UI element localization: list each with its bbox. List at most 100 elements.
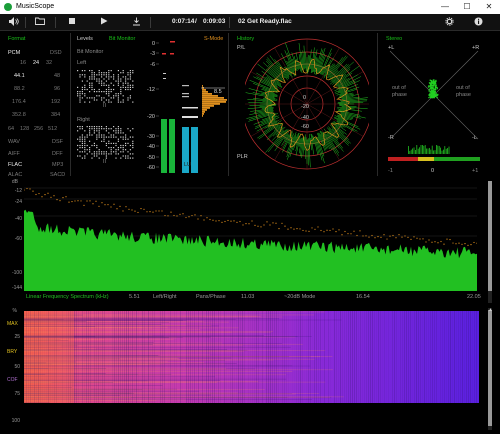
bit-dot bbox=[91, 76, 93, 78]
bit-dot bbox=[79, 136, 81, 138]
bit-dot bbox=[110, 76, 112, 78]
bit-dot bbox=[110, 136, 112, 138]
mode-left-right[interactable]: Left/Right bbox=[153, 294, 177, 300]
settings-icon[interactable] bbox=[443, 17, 455, 28]
spectrum-peak-dot bbox=[308, 230, 310, 232]
spectrum-peak-dot bbox=[56, 199, 58, 201]
bit-dot bbox=[91, 86, 93, 88]
play-icon[interactable] bbox=[98, 17, 110, 28]
bit-dot bbox=[122, 132, 124, 134]
bit-dot bbox=[79, 151, 81, 153]
scope-dot bbox=[430, 95, 433, 98]
bit-dot bbox=[91, 134, 93, 136]
spectrum-x-label: Linear Frequency Spectrum (kHz) bbox=[26, 294, 109, 300]
spectrum-peak-dot bbox=[371, 234, 373, 237]
bit-dot bbox=[84, 149, 86, 151]
maximize-button[interactable]: ☐ bbox=[456, 0, 478, 14]
bit-dot bbox=[127, 151, 129, 153]
max-label: MAX bbox=[7, 321, 18, 327]
sonogram-scrollbar[interactable]: ▲ bbox=[488, 307, 493, 430]
bit-dot bbox=[79, 128, 81, 130]
time-divider: / bbox=[195, 18, 197, 25]
bit-depth-16: 16 bbox=[20, 60, 27, 66]
sonogram-column bbox=[414, 311, 415, 403]
spectrum-peak-dot bbox=[38, 192, 40, 195]
spectrum-scrollbar[interactable] bbox=[488, 181, 492, 303]
scroll-up-arrow[interactable]: ▲ bbox=[488, 307, 493, 313]
mode-pans-phase[interactable]: Pans/Phase bbox=[196, 294, 226, 300]
sonogram-scroll-thumb[interactable] bbox=[488, 310, 492, 426]
sonogram-column bbox=[462, 311, 463, 403]
sonogram-column bbox=[254, 311, 255, 403]
spectrum-peak-dot bbox=[176, 215, 178, 217]
info-icon[interactable] bbox=[472, 17, 484, 28]
sonogram-column bbox=[388, 311, 389, 403]
bit-dot bbox=[117, 80, 119, 82]
sonogram-column bbox=[354, 311, 355, 403]
sonogram-column bbox=[188, 311, 189, 403]
bit-dot bbox=[125, 76, 127, 78]
sonogram-column bbox=[106, 311, 107, 403]
spectrum-peak-dot bbox=[185, 216, 187, 219]
bit-dot bbox=[79, 144, 81, 147]
bit-dot bbox=[98, 95, 100, 97]
bit-dot bbox=[108, 74, 110, 76]
sonogram-column bbox=[258, 311, 259, 403]
meter-tick-label: -12 bbox=[147, 87, 155, 93]
toolbar-separator bbox=[229, 17, 230, 28]
bit-dot bbox=[77, 155, 79, 157]
bit-dot bbox=[81, 126, 83, 128]
corr-history-bar bbox=[445, 148, 447, 154]
title-bar: MusicScope — ☐ ✕ bbox=[0, 0, 500, 14]
bit-dot bbox=[125, 136, 127, 138]
bit-dot bbox=[132, 70, 134, 72]
mode-20db[interactable]: ~20dB Mode bbox=[284, 294, 315, 300]
bit-dot bbox=[108, 95, 110, 97]
correlation-meter bbox=[388, 145, 480, 161]
sonogram-column bbox=[280, 311, 281, 403]
lufs-marker bbox=[182, 96, 189, 98]
corr-history-bar bbox=[423, 145, 425, 154]
spectrum-peak-dot bbox=[407, 236, 409, 238]
bit-dot bbox=[86, 144, 88, 147]
spectrum-y-label: -24 bbox=[14, 199, 22, 205]
bit-dot bbox=[105, 88, 107, 91]
sonogram-column bbox=[80, 311, 81, 403]
scope-dot bbox=[428, 86, 430, 88]
volume-icon[interactable] bbox=[8, 17, 20, 28]
bit-dot bbox=[93, 78, 95, 80]
spectrum-peak-dot bbox=[200, 215, 202, 217]
stereo-title: Stereo bbox=[386, 36, 403, 42]
sonogram-column bbox=[244, 311, 245, 403]
corr-history-bar bbox=[441, 150, 443, 154]
bit-dot bbox=[127, 86, 129, 88]
spectrum-peak-dot bbox=[74, 200, 76, 202]
bit-dot bbox=[101, 97, 103, 99]
bit-dot bbox=[120, 157, 122, 159]
bit-dot bbox=[77, 138, 79, 140]
spectrum-scroll-thumb[interactable] bbox=[488, 181, 492, 291]
sonogram-column bbox=[446, 311, 447, 403]
sonogram-column bbox=[104, 311, 105, 403]
bit-dot bbox=[122, 84, 124, 86]
spectrum-peak-dot bbox=[320, 229, 322, 232]
spectrum-peak-dot bbox=[338, 229, 340, 231]
radar-spoke bbox=[306, 103, 364, 137]
bit-dot bbox=[84, 70, 86, 72]
folder-icon[interactable] bbox=[34, 17, 46, 28]
close-button[interactable]: ✕ bbox=[478, 0, 500, 14]
bit-dot bbox=[125, 138, 127, 140]
ring-label-60: -60 bbox=[301, 124, 309, 130]
sonogram-column bbox=[346, 311, 347, 403]
bit-dot bbox=[96, 126, 98, 128]
spectrum-peak-dot bbox=[71, 200, 73, 203]
spectrum-y-label: -100 bbox=[11, 270, 22, 276]
sonogram-column bbox=[268, 311, 269, 403]
lufs-bar-right bbox=[191, 127, 198, 173]
stop-icon[interactable] bbox=[66, 17, 78, 28]
bit-dot bbox=[98, 70, 100, 72]
spectrum-peak-dot bbox=[410, 238, 412, 240]
export-icon[interactable] bbox=[130, 17, 142, 28]
histogram-bar bbox=[202, 107, 210, 109]
minimize-button[interactable]: — bbox=[434, 0, 456, 14]
